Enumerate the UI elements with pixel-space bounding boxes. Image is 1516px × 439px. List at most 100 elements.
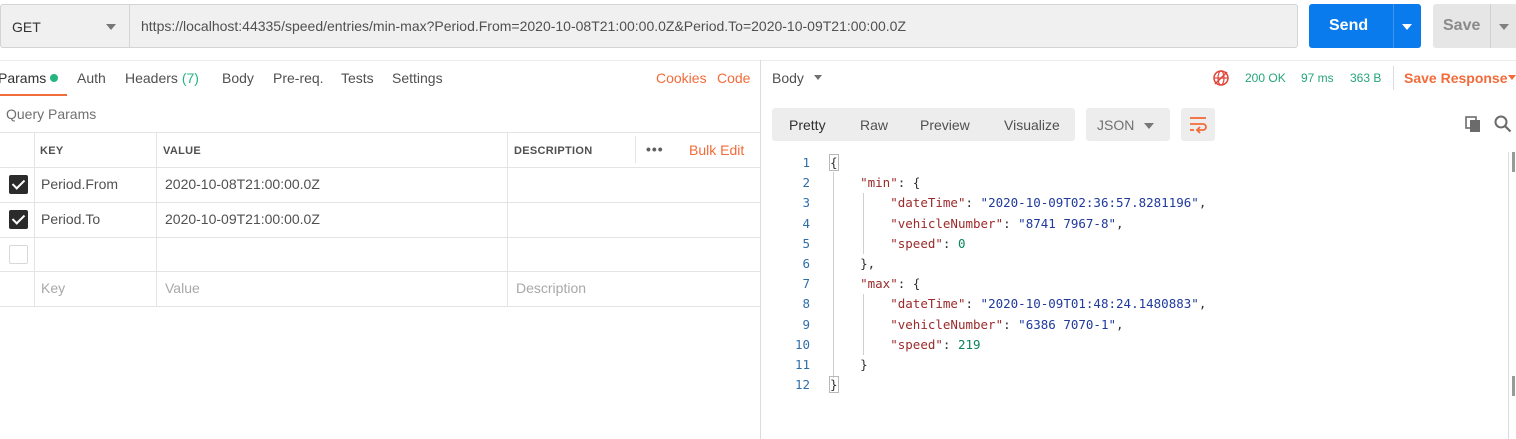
method-select[interactable]: GET xyxy=(0,4,129,48)
tab-tests[interactable]: Tests xyxy=(341,70,374,86)
divider xyxy=(1393,66,1394,90)
chevron-down-icon[interactable] xyxy=(1499,24,1509,30)
tab-settings[interactable]: Settings xyxy=(392,70,443,86)
line-number: 8 xyxy=(802,296,810,311)
save-response-button[interactable]: Save Response xyxy=(1404,70,1508,86)
params-active-dot xyxy=(50,74,58,82)
tab-auth[interactable]: Auth xyxy=(77,70,106,86)
url-text: https://localhost:44335/speed/entries/mi… xyxy=(141,18,907,34)
checkbox-checked-icon[interactable] xyxy=(9,210,28,229)
column-header-value: VALUE xyxy=(163,145,201,157)
param-key[interactable]: Period.To xyxy=(41,211,100,227)
status-code[interactable]: 200 OK xyxy=(1245,71,1286,85)
code-link[interactable]: Code xyxy=(717,70,750,86)
response-body-editor[interactable]: 1 2 3 4 5 6 7 8 9 10 11 12 { "min": { "d… xyxy=(772,152,1502,439)
scrollbar-marker[interactable] xyxy=(1512,376,1515,396)
line-number: 6 xyxy=(802,256,810,271)
line-number: 1 xyxy=(802,155,810,170)
json-line: "dateTime": "2020-10-09T02:36:57.8281196… xyxy=(890,195,1207,210)
tab-raw[interactable]: Raw xyxy=(860,117,888,133)
line-number: 4 xyxy=(802,216,810,231)
cookies-link[interactable]: Cookies xyxy=(656,70,707,86)
response-body-label[interactable]: Body xyxy=(772,70,804,86)
key-input[interactable]: Key xyxy=(41,280,65,296)
json-line: } xyxy=(830,357,868,372)
json-line: { xyxy=(829,154,839,171)
column-header-key: KEY xyxy=(40,145,64,157)
json-line: "dateTime": "2020-10-09T01:48:24.1480883… xyxy=(890,296,1207,311)
column-divider xyxy=(635,136,636,163)
copy-icon[interactable] xyxy=(1465,116,1482,133)
line-number: 5 xyxy=(802,236,810,251)
wrap-lines-icon xyxy=(1190,117,1207,134)
chevron-down-icon xyxy=(106,24,116,30)
send-label: Send xyxy=(1329,17,1369,34)
scrollbar[interactable] xyxy=(1508,152,1509,439)
table-border xyxy=(0,202,760,203)
send-divider xyxy=(1393,4,1394,48)
tab-visualize[interactable]: Visualize xyxy=(1004,117,1060,133)
tab-body[interactable]: Body xyxy=(222,70,254,86)
chevron-down-icon[interactable] xyxy=(1402,24,1412,30)
save-divider xyxy=(1490,4,1491,48)
json-line: "vehicleNumber": "8741 7967-8", xyxy=(890,216,1124,231)
json-value: 8741 7967-8 xyxy=(1025,216,1109,231)
json-line: "speed": 219 xyxy=(890,337,981,352)
method-label: GET xyxy=(12,19,41,35)
json-value: 2020-10-09T01:48:24.1480883 xyxy=(988,296,1192,311)
url-input[interactable]: https://localhost:44335/speed/entries/mi… xyxy=(129,4,1298,48)
table-border xyxy=(0,306,760,307)
chevron-down-icon[interactable] xyxy=(1508,75,1516,80)
checkbox[interactable] xyxy=(9,245,28,264)
query-params-title: Query Params xyxy=(6,106,97,122)
param-value[interactable]: 2020-10-09T21:00:00.0Z xyxy=(165,211,320,227)
line-number: 9 xyxy=(802,317,810,332)
tab-preview[interactable]: Preview xyxy=(920,117,970,133)
headers-count: (7) xyxy=(181,70,199,86)
json-line: }, xyxy=(830,256,876,271)
line-number: 3 xyxy=(802,195,810,210)
tab-headers-label: Headers xyxy=(125,70,178,86)
tab-pretty[interactable]: Pretty xyxy=(789,117,826,133)
line-number: 10 xyxy=(794,337,810,352)
table-border xyxy=(0,132,760,133)
json-line: "min": { xyxy=(860,175,921,190)
chevron-down-icon xyxy=(1144,123,1154,129)
bulk-edit-link[interactable]: Bulk Edit xyxy=(689,142,744,158)
send-button[interactable]: Send xyxy=(1309,4,1421,48)
save-button[interactable]: Save xyxy=(1433,4,1516,48)
response-size[interactable]: 363 B xyxy=(1350,71,1381,85)
column-divider[interactable] xyxy=(507,132,508,306)
column-divider[interactable] xyxy=(156,132,157,306)
param-value[interactable]: 2020-10-08T21:00:00.0Z xyxy=(165,176,320,192)
save-label: Save xyxy=(1443,17,1481,34)
json-line: "max": { xyxy=(860,276,921,291)
response-time[interactable]: 97 ms xyxy=(1301,71,1334,85)
format-label: JSON xyxy=(1097,117,1135,133)
format-select[interactable]: JSON xyxy=(1086,108,1170,141)
value-input[interactable]: Value xyxy=(165,280,200,296)
checkbox-checked-icon[interactable] xyxy=(9,175,28,194)
json-value: 0 xyxy=(957,236,966,251)
line-number: 7 xyxy=(802,276,810,291)
param-key[interactable]: Period.From xyxy=(41,176,118,192)
chevron-down-icon[interactable] xyxy=(814,75,822,80)
description-input[interactable]: Description xyxy=(516,280,586,296)
search-icon[interactable] xyxy=(1494,115,1512,133)
tab-prereq[interactable]: Pre-req. xyxy=(273,70,324,86)
line-number: 12 xyxy=(794,377,810,392)
tab-headers[interactable]: Headers (7) xyxy=(125,70,199,86)
pane-divider[interactable] xyxy=(760,60,761,439)
more-icon[interactable]: ••• xyxy=(646,141,664,157)
table-border xyxy=(0,167,760,168)
tab-params[interactable]: Params xyxy=(0,70,46,86)
table-border xyxy=(0,271,760,272)
globe-icon[interactable] xyxy=(1212,69,1230,87)
json-line: "vehicleNumber": "6386 7070-1", xyxy=(890,317,1124,332)
column-divider xyxy=(34,132,35,306)
table-border xyxy=(0,237,760,238)
wrap-lines-button[interactable] xyxy=(1181,108,1215,141)
active-tab-indicator xyxy=(0,94,67,96)
scrollbar-marker[interactable] xyxy=(1512,152,1515,172)
line-number: 2 xyxy=(802,175,810,190)
